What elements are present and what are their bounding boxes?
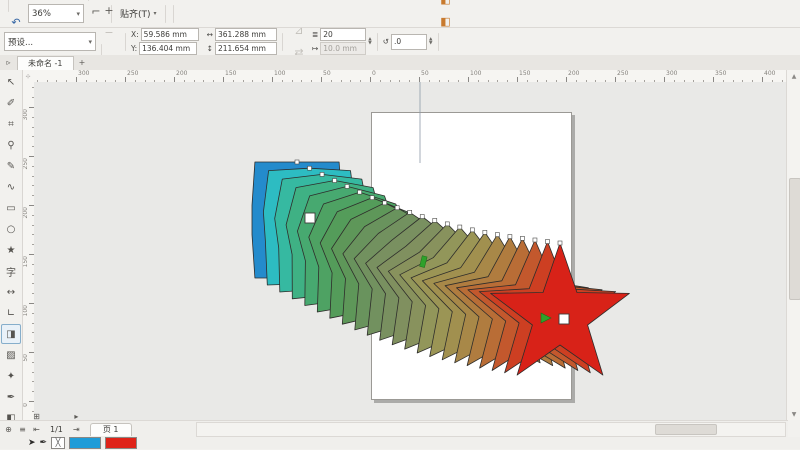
page-indicator: 1/1 [50,424,63,434]
blend-steps-icon: ≣ [311,30,319,39]
object-size-group: ↔ 361.288 mm ↕ 211.654 mm [207,28,277,55]
preset-value: 预设... [8,37,34,48]
toolbar-icon[interactable] [172,4,174,23]
status-bar: ➤ ✒ [0,437,800,449]
tool-button[interactable]: ◨ [1,324,21,344]
cursor-status-icon: ➤ [28,438,36,448]
page-nav-button[interactable]: ⇥ [70,423,83,436]
tool-button[interactable]: ▭ [1,198,21,218]
angle-spinner[interactable]: ▲ ▼ [429,37,432,46]
y-position-field[interactable]: 136.404 mm [139,42,198,55]
document-tab[interactable]: 未命名 -1 [17,55,74,70]
tool-button[interactable]: ✦ [1,366,21,386]
propbar-icon[interactable]: ⊿ [288,20,310,42]
y-label: Y: [131,44,138,53]
page-nav-button[interactable]: ⇤ [30,423,43,436]
page-nav-button[interactable]: ▸ [70,410,83,423]
horizontal-scrollbar[interactable] [196,422,786,437]
fill-color-swatch-blue [69,437,102,449]
toolbar-icon[interactable] [8,0,9,12]
document-tab-bar: ▹ 未命名 -1 + [0,55,800,71]
snap-to-dropdown[interactable]: 贴齐(T) ▾ [116,4,161,24]
fill-color-swatch-red [105,437,138,449]
x-position-field[interactable]: 59.586 mm [140,28,199,41]
chevron-down-icon: ▾ [76,9,80,18]
blend-direction-icon: ↺ [382,37,390,46]
scroll-down-icon[interactable]: ▼ [787,408,800,420]
tool-button[interactable]: ⚲ [1,135,21,155]
drawing-area [34,82,786,420]
tool-button[interactable]: ✐ [1,93,21,113]
tool-button[interactable]: ✎ [1,156,21,176]
toolbar-separator [125,32,126,51]
zoom-level-value: 36% [32,8,51,19]
chevron-down-icon: ▾ [153,10,157,17]
steps-spinner[interactable]: ▲ ▼ [368,37,371,46]
blend-direction-field[interactable]: .0 [391,33,428,50]
object-position-group: X: 59.586 mm Y: 136.404 mm [131,28,199,55]
standard-toolbar: ❏❐❑▤✂❒▣↶▾↷▾▆⇩⇧❒ 36% ▾ ✛⌐▦✜ 贴齐(T) ▾ ▩≣◈▾ [0,0,800,201]
tool-button[interactable]: ↖ [1,72,21,92]
propbar-icon[interactable]: + [98,0,120,22]
blend-steps-group: ≣ 20 ↦ 10.0 mm [311,28,367,55]
toolbar-separator [281,32,283,51]
tool-button[interactable]: ∟ [1,303,21,323]
toolbox-overflow-icon[interactable]: ≡ [16,423,29,436]
tool-button[interactable]: 字 [1,261,21,281]
page-control-bar: ⊕ ≡ ⊞⇤◂ 1/1 ▸⇥⊞ 页 1 [0,412,788,447]
tool-button[interactable]: ★ [1,240,21,260]
width-icon: ↔ [206,30,213,39]
propbar-icon[interactable] [437,32,439,51]
propbar-icon[interactable]: ◧ [435,11,457,33]
blend-preset-combo[interactable]: 预设... ▾ [4,32,96,51]
tool-button[interactable]: ∿ [1,177,21,197]
horizontal-scroll-thumb[interactable] [655,424,717,435]
tool-button[interactable]: ○ [1,219,21,239]
vertical-scrollbar[interactable]: ▲ ▼ [786,70,800,420]
toolbox: ↖✐⌗⚲✎∿▭○★字↔∟◨▨✦✒◧◩ [0,70,23,445]
outline-pen-status-icon: ✒ [39,438,48,448]
page-nav-button[interactable]: ⊞ [30,410,43,423]
vertical-scroll-thumb[interactable] [789,178,800,300]
blend-spacing-icon: ↦ [311,44,319,53]
new-document-tab-button[interactable]: + [76,56,89,69]
tab-scroll-icon[interactable]: ▹ [2,56,15,69]
customize-toolbox-button[interactable]: ⊕ [2,423,15,436]
scroll-up-icon[interactable]: ▲ [787,70,800,82]
page-tab[interactable]: 页 1 [89,422,132,436]
height-icon: ↕ [206,44,213,53]
no-fill-swatch [51,437,66,449]
propbar-icon[interactable]: ◧ [435,0,457,11]
tool-button[interactable]: ⌗ [1,114,21,134]
tool-button[interactable]: ✒ [1,387,21,407]
object-width-field[interactable]: 361.288 mm [214,28,277,41]
x-label: X: [131,30,139,39]
tool-button[interactable]: ↔ [1,282,21,302]
tool-button[interactable]: ▨ [1,345,21,365]
object-height-field[interactable]: 211.654 mm [214,42,277,55]
toolbar-separator [164,4,166,23]
blend-spacing-field: 10.0 mm [320,42,367,55]
toolbar-separator [376,32,378,51]
property-bar: 预设... ▾ +−⊞ X:59.586 mm Y:136.404 mm ↔36… [0,0,800,214]
drawing-canvas[interactable] [34,82,786,420]
zoom-level-combo[interactable]: 36% ▾ [28,4,84,23]
chevron-down-icon: ▾ [88,37,92,46]
blend-steps-field[interactable]: 20 [320,28,367,41]
toolbar-icon[interactable]: ≣ [170,0,192,5]
propbar-icon[interactable]: − [98,22,120,44]
